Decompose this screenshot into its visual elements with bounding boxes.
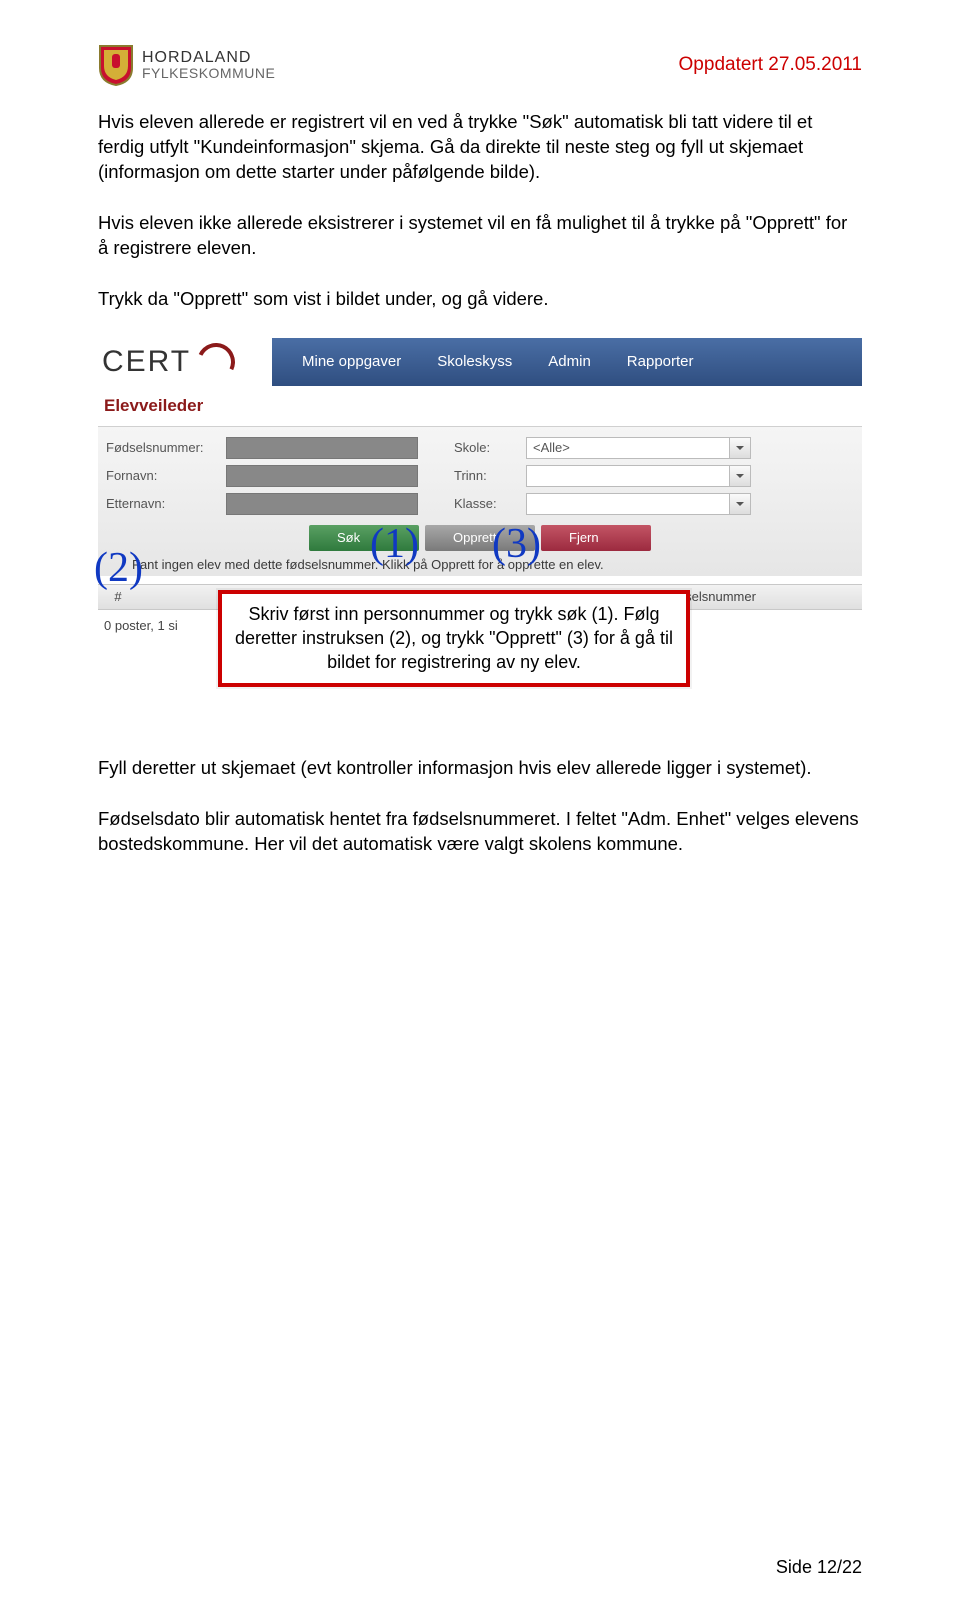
label-fornavn: Fornavn: bbox=[106, 468, 226, 483]
label-fnr: Fødselsnummer: bbox=[106, 440, 226, 455]
nav-item[interactable]: Admin bbox=[548, 353, 591, 370]
select-skole[interactable]: <Alle> bbox=[526, 437, 730, 459]
col-fnr: Fødselsnummer bbox=[662, 589, 862, 604]
annotation-3: (3) bbox=[492, 520, 541, 568]
org-line1: HORDALAND bbox=[142, 50, 275, 66]
nav-item[interactable]: Skoleskyss bbox=[437, 353, 512, 370]
clear-button[interactable]: Fjern bbox=[541, 525, 651, 551]
shield-icon bbox=[98, 44, 134, 86]
label-klasse: Klasse: bbox=[454, 496, 526, 511]
label-trinn: Trinn: bbox=[454, 468, 526, 483]
input-etternavn[interactable] bbox=[226, 493, 418, 515]
instruction-callout: Skriv først inn personnummer og trykk sø… bbox=[218, 590, 690, 687]
chevron-down-icon[interactable] bbox=[729, 493, 751, 515]
select-trinn[interactable] bbox=[526, 465, 730, 487]
arc-icon bbox=[192, 337, 241, 386]
input-fnr[interactable] bbox=[226, 437, 418, 459]
app-logo: CERT bbox=[98, 338, 272, 386]
chevron-down-icon[interactable] bbox=[729, 437, 751, 459]
org-line2: FYLKESKOMMUNE bbox=[142, 66, 275, 80]
paragraph-3: Trykk da "Opprett" som vist i bildet und… bbox=[98, 287, 862, 312]
paragraph-2: Hvis eleven ikke allerede eksistrerer i … bbox=[98, 211, 862, 261]
nav-item[interactable]: Rapporter bbox=[627, 353, 694, 370]
annotation-1: (1) bbox=[370, 520, 419, 568]
breadcrumb: Elevveileder bbox=[98, 386, 862, 426]
label-skole: Skole: bbox=[454, 440, 526, 455]
annotation-2: (2) bbox=[94, 544, 143, 592]
input-fornavn[interactable] bbox=[226, 465, 418, 487]
page-number: Side 12/22 bbox=[776, 1557, 862, 1578]
label-etternavn: Etternavn: bbox=[106, 496, 226, 511]
updated-date: Oppdatert 27.05.2011 bbox=[679, 54, 862, 76]
chevron-down-icon[interactable] bbox=[729, 465, 751, 487]
paragraph-5: Fødselsdato blir automatisk hentet fra f… bbox=[98, 807, 862, 857]
select-klasse[interactable] bbox=[526, 493, 730, 515]
status-message: Fant ingen elev med dette fødselsnummer.… bbox=[106, 557, 854, 572]
paragraph-4: Fyll deretter ut skjemaet (evt kontrolle… bbox=[98, 756, 862, 781]
app-screenshot: CERT Mine oppgaver Skoleskyss Admin Rapp… bbox=[98, 338, 862, 716]
paragraph-1: Hvis eleven allerede er registrert vil e… bbox=[98, 110, 862, 185]
nav-item[interactable]: Mine oppgaver bbox=[302, 353, 401, 370]
